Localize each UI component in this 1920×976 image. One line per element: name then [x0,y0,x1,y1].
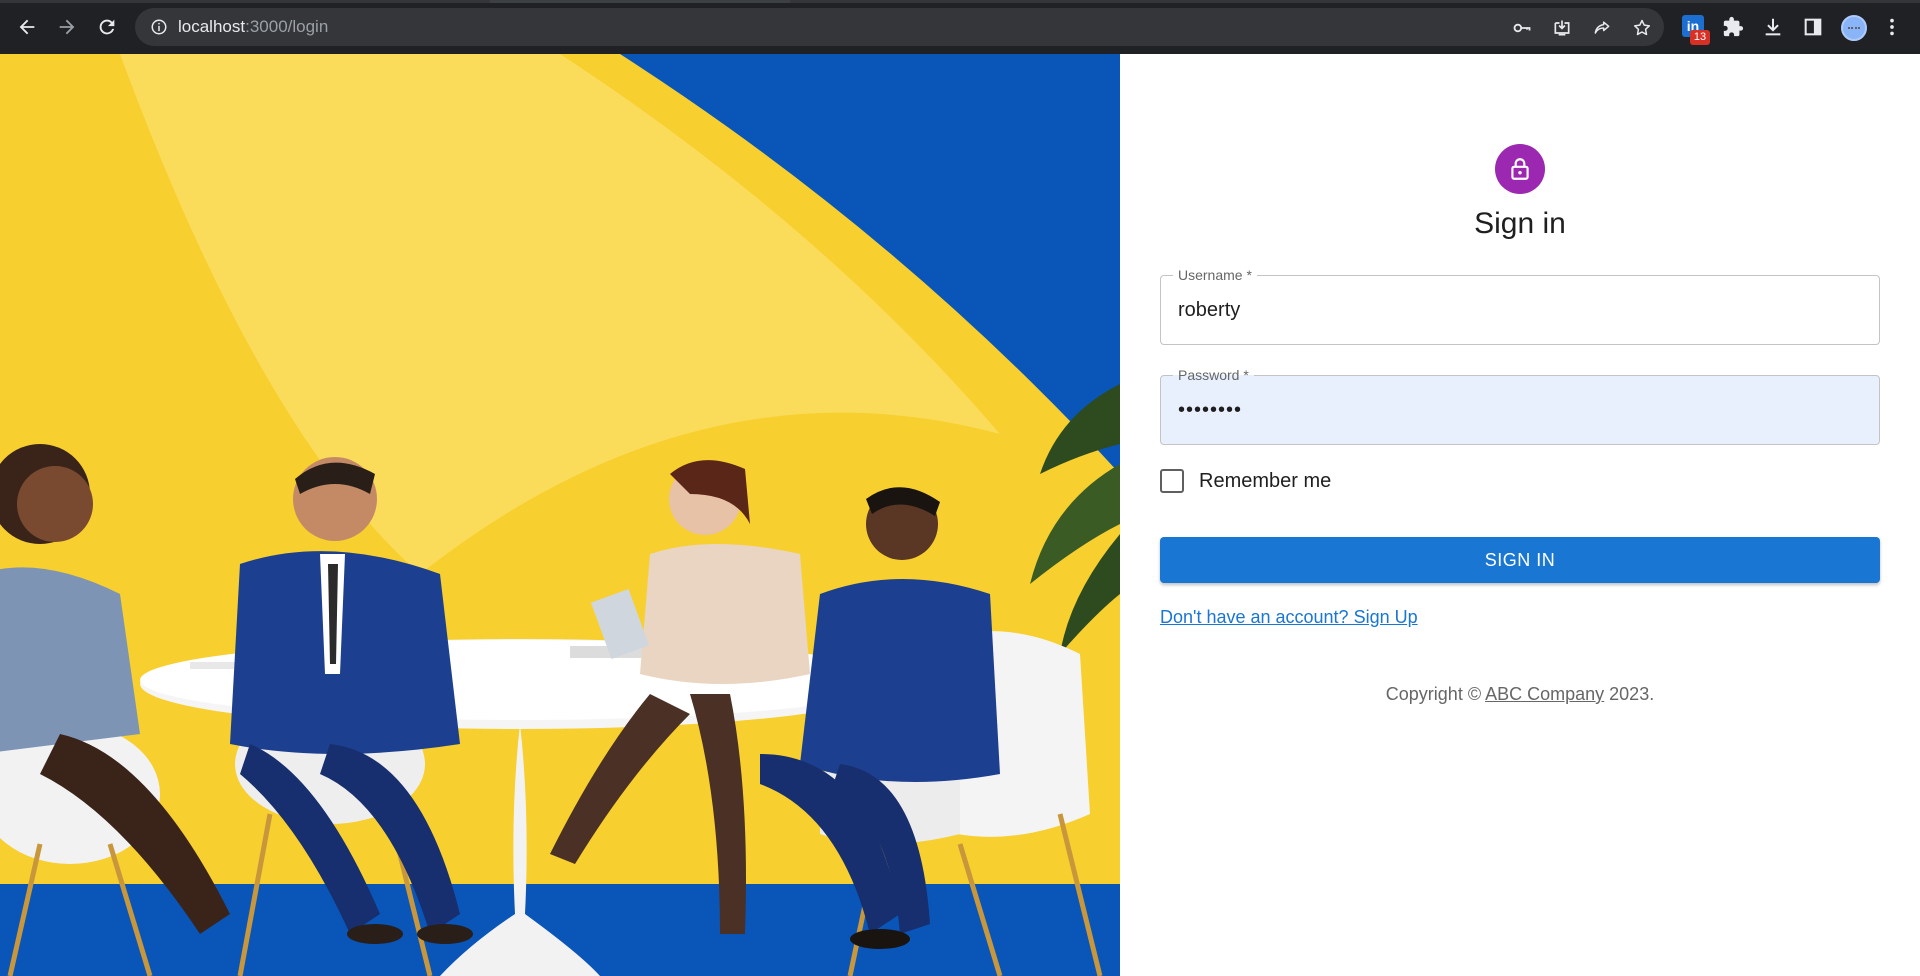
bookmark-star-icon[interactable] [1631,17,1653,39]
tab-strip [0,0,1920,3]
hero-image [0,54,1120,976]
active-tab-indicator [490,0,790,3]
kebab-menu-icon[interactable] [1880,15,1904,39]
lock-avatar [1495,144,1545,194]
company-link[interactable]: ABC Company [1485,684,1604,704]
arrow-left-icon [19,19,35,35]
reload-icon [99,19,115,35]
lock-icon [1511,158,1529,180]
sign-in-button[interactable]: SIGN IN [1160,537,1880,583]
page-viewport: Sign in Username * Password * Remember m… [0,54,1920,976]
password-field[interactable]: Password * [1160,366,1880,445]
copyright-footer: Copyright © ABC Company 2023. [1120,684,1920,705]
remember-me-row[interactable]: Remember me [1160,466,1331,496]
arrow-right-icon [59,19,75,35]
share-icon[interactable] [1591,17,1613,39]
sign-up-link[interactable]: Don't have an account? Sign Up [1160,607,1418,628]
install-app-icon[interactable] [1551,17,1573,39]
meeting-illustration [0,54,1120,976]
url-text[interactable]: localhost:3000/login [178,17,328,37]
extension-badge: 13 [1690,30,1710,45]
profile-avatar[interactable] [1841,15,1867,41]
browser-toolbar: localhost:3000/login in 13 [0,0,1920,54]
forward-button[interactable] [51,11,83,43]
signin-panel: Sign in Username * Password * Remember m… [1120,54,1920,976]
downloads-icon[interactable] [1761,15,1785,39]
address-bar[interactable]: localhost:3000/login [135,8,1664,46]
extensions-puzzle-icon[interactable] [1721,15,1745,39]
username-field[interactable]: Username * [1160,266,1880,345]
key-icon[interactable] [1511,17,1533,39]
username-input[interactable] [1161,276,1879,344]
remember-me-label[interactable]: Remember me [1199,470,1331,493]
copyright-prefix: Copyright © [1385,684,1486,704]
side-panel-icon[interactable] [1801,15,1825,39]
password-input[interactable] [1161,376,1879,444]
remember-me-checkbox[interactable] [1160,469,1184,493]
back-button[interactable] [11,11,43,43]
info-icon[interactable] [150,18,168,36]
reload-button[interactable] [91,11,123,43]
page-title: Sign in [1474,207,1566,240]
copyright-suffix: 2023. [1604,684,1655,704]
